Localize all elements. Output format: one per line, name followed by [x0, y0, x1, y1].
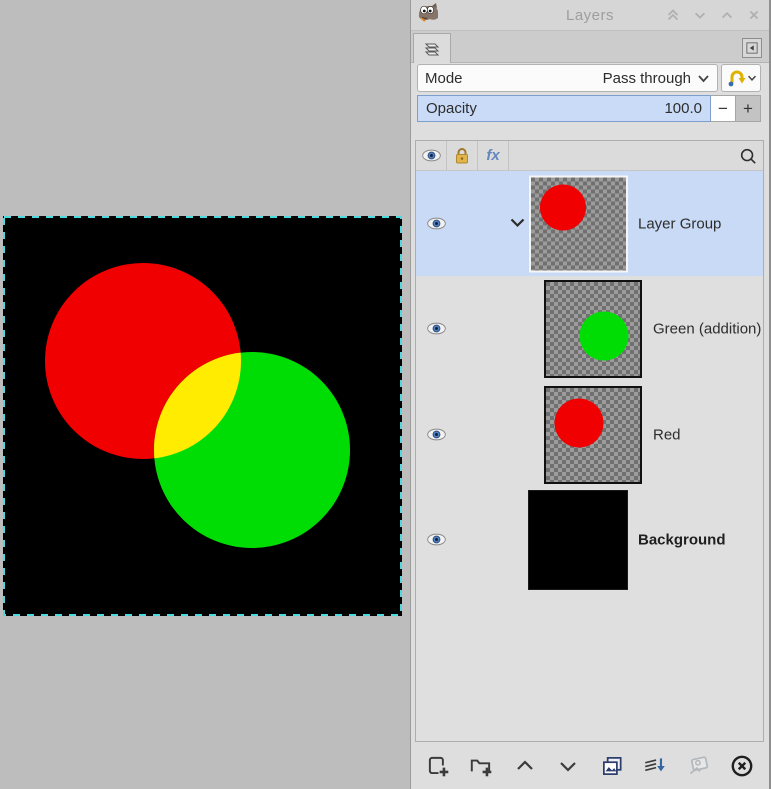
chevron-down-icon	[560, 761, 577, 772]
visibility-toggle[interactable]	[426, 428, 448, 442]
mode-value: Pass through	[602, 69, 691, 87]
delete-layer-button[interactable]	[727, 751, 757, 781]
opacity-increase-button[interactable]: +	[736, 95, 761, 122]
search-icon	[740, 148, 756, 164]
tab-layers[interactable]	[413, 33, 451, 63]
anchor-layer-button[interactable]	[684, 751, 714, 781]
eye-icon	[427, 322, 446, 335]
layer-list: fx Layer Group Green (addition) Red Back…	[415, 140, 764, 742]
delete-layer-icon	[731, 755, 753, 776]
opacity-label: Opacity	[426, 100, 477, 117]
merge-down-button[interactable]	[640, 751, 670, 781]
layer-row-group[interactable]: Layer Group	[416, 171, 763, 276]
list-header: fx	[416, 141, 763, 171]
layer-thumbnail[interactable]	[529, 175, 628, 272]
shade-up-icon[interactable]	[718, 6, 736, 24]
dock-tab-row	[411, 31, 769, 63]
opacity-decrease-button[interactable]: −	[711, 95, 736, 122]
left-triangle-icon	[746, 42, 758, 54]
new-layer-icon	[428, 756, 449, 776]
close-icon[interactable]	[745, 6, 763, 24]
new-layer-group-button[interactable]	[466, 751, 496, 781]
header-spacer	[509, 141, 733, 170]
duplicate-layer-icon	[602, 756, 622, 775]
layer-name[interactable]: Red	[653, 426, 681, 443]
dialog-titlebar[interactable]: Layers	[411, 0, 769, 31]
visibility-toggle[interactable]	[426, 533, 448, 547]
layer-row-background[interactable]: Background	[416, 487, 763, 592]
layer-thumbnail[interactable]	[544, 385, 642, 484]
mode-label: Mode	[425, 69, 463, 87]
window-buttons	[664, 0, 763, 30]
effects-column-header[interactable]: fx	[478, 141, 509, 170]
layers-toolbar	[411, 742, 769, 789]
merge-down-icon	[645, 757, 665, 771]
group-expand-toggle[interactable]	[509, 215, 526, 233]
lower-layer-button[interactable]	[553, 751, 583, 781]
chevron-down-icon	[747, 75, 756, 82]
tab-menu-button[interactable]	[742, 38, 762, 58]
chevron-down-icon	[510, 218, 525, 227]
composited-image	[3, 216, 402, 616]
new-layer-group-icon	[471, 759, 492, 776]
search-layers-button[interactable]	[733, 141, 763, 170]
mode-row: Mode Pass through	[417, 64, 761, 92]
layer-row-red[interactable]: Red	[416, 382, 763, 487]
image-canvas[interactable]	[3, 216, 402, 616]
layer-name[interactable]: Background	[638, 531, 726, 548]
eye-icon	[427, 217, 446, 229]
layer-thumbnail[interactable]	[528, 489, 628, 590]
eye-icon	[421, 149, 441, 162]
layers-dialog: Layers Mode Pass through Opacity 100.0 −…	[410, 0, 771, 789]
eye-icon	[427, 533, 446, 545]
visibility-toggle[interactable]	[426, 322, 448, 336]
raise-layer-button[interactable]	[510, 751, 540, 781]
layer-row-green[interactable]: Green (addition)	[416, 276, 763, 382]
chevron-down-icon	[698, 74, 709, 82]
layer-thumbnail[interactable]	[544, 280, 642, 378]
opacity-value: 100.0	[664, 100, 702, 117]
layer-name[interactable]: Green (addition)	[653, 321, 761, 338]
layer-mode-select[interactable]: Mode Pass through	[417, 64, 718, 92]
anchor-layer-icon	[689, 755, 708, 774]
visibility-toggle[interactable]	[426, 217, 448, 231]
chevron-up-icon	[517, 759, 533, 770]
mode-group-switch-button[interactable]	[721, 64, 761, 92]
lock-icon	[456, 147, 468, 163]
lock-column-header[interactable]	[447, 141, 478, 170]
opacity-row: Opacity 100.0 − +	[417, 95, 761, 122]
eye-icon	[427, 428, 446, 440]
gimp-wilber-icon	[416, 1, 441, 29]
fx-icon: fx	[486, 147, 500, 164]
duplicate-layer-button[interactable]	[597, 751, 627, 781]
layers-stack-icon	[424, 43, 440, 55]
visibility-column-header[interactable]	[416, 141, 447, 170]
opacity-slider[interactable]: Opacity 100.0	[417, 95, 711, 122]
switch-mode-group-icon	[728, 70, 745, 87]
new-layer-button[interactable]	[423, 751, 453, 781]
layer-name[interactable]: Layer Group	[638, 215, 721, 232]
shade-down-icon[interactable]	[691, 6, 709, 24]
collapse-dock-icon[interactable]	[664, 6, 682, 24]
